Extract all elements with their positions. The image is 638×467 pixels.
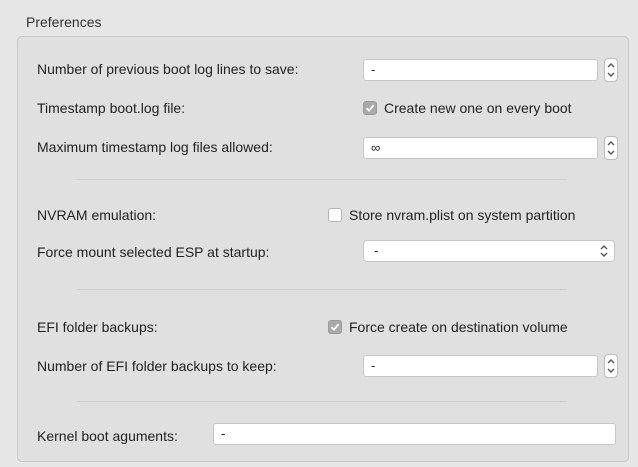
kernel-boot-args-label: Kernel boot aguments:: [37, 428, 178, 444]
nvram-emulation-label: NVRAM emulation:: [37, 207, 157, 223]
force-mount-esp-label: Force mount selected ESP at startup:: [37, 244, 270, 260]
force-create-destination-checkbox[interactable]: [328, 320, 342, 334]
efi-backups-to-keep-field[interactable]: -: [363, 355, 598, 377]
create-new-every-boot-checkbox[interactable]: [363, 101, 377, 115]
force-create-destination-label: Force create on destination volume: [349, 319, 568, 335]
boot-log-lines-field[interactable]: -: [363, 59, 598, 81]
efi-backups-to-keep-stepper[interactable]: [604, 354, 618, 378]
max-timestamp-logs-stepper[interactable]: [604, 136, 618, 160]
efi-backups-to-keep-label: Number of EFI folder backups to keep:: [37, 358, 277, 374]
section-divider-3: [77, 401, 567, 402]
store-nvram-plist-label: Store nvram.plist on system partition: [349, 207, 576, 223]
create-new-every-boot-label: Create new one on every boot: [384, 100, 572, 116]
force-mount-esp-select[interactable]: -: [363, 240, 615, 262]
boot-log-lines-label: Number of previous boot log lines to sav…: [37, 61, 299, 77]
force-mount-esp-selected-value: -: [374, 243, 379, 258]
store-nvram-plist-checkbox[interactable]: [328, 208, 342, 222]
checkmark-icon: [330, 323, 340, 332]
max-timestamp-logs-field[interactable]: ∞: [363, 137, 598, 159]
up-down-stepper-icon: [607, 63, 615, 77]
max-timestamp-logs-label: Maximum timestamp log files allowed:: [37, 139, 273, 155]
efi-folder-backups-label: EFI folder backups:: [37, 319, 158, 335]
section-divider-1: [77, 179, 567, 180]
up-down-stepper-icon: [607, 359, 615, 373]
timestamp-boot-log-label: Timestamp boot.log file:: [37, 100, 186, 116]
kernel-boot-args-field[interactable]: -: [213, 423, 616, 445]
up-down-stepper-icon: [607, 141, 615, 155]
section-divider-2: [77, 289, 567, 290]
preferences-window: Preferences Number of previous boot log …: [0, 0, 638, 467]
preferences-group-title: Preferences: [26, 14, 102, 30]
up-down-chevron-icon: [600, 245, 608, 257]
boot-log-lines-stepper[interactable]: [604, 58, 618, 82]
checkmark-icon: [365, 104, 375, 113]
